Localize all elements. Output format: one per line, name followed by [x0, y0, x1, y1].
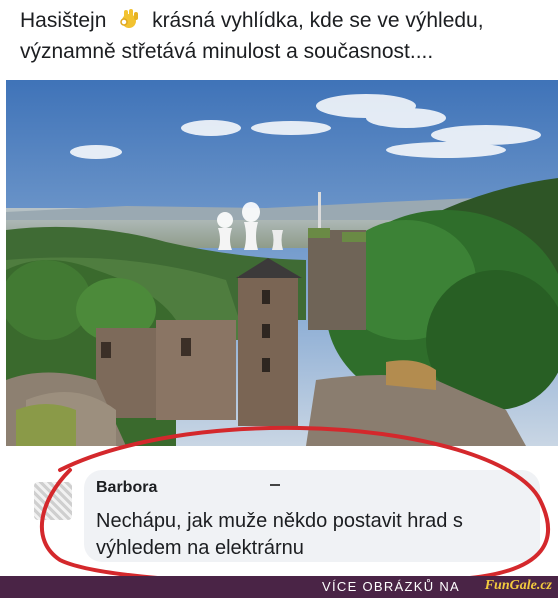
- post-line-2: významně střetává minulost a současnost.…: [20, 40, 434, 63]
- post-text-rest: krásná vyhlídka, kde se ve výhledu,: [152, 9, 484, 32]
- footer-bar: VÍCE OBRÁZKŮ NA FunGale.cz: [0, 576, 558, 598]
- comment-bubble[interactable]: Barbora Nechápu, jak muže někdo postavit…: [84, 470, 540, 562]
- post-line-1: Hasištejn krásná vyhlídka, kde se ve výh…: [20, 8, 484, 33]
- comment-area: Barbora Nechápu, jak muže někdo postavit…: [0, 446, 558, 576]
- footer-label[interactable]: VÍCE OBRÁZKŮ NA: [322, 579, 460, 594]
- ok-hand-icon: [116, 8, 142, 30]
- avatar[interactable]: [34, 482, 72, 520]
- post-photo[interactable]: [6, 80, 558, 446]
- comment-text: Nechápu, jak muže někdo postavit hrad s …: [96, 510, 463, 559]
- post-text: Hasištejn krásná vyhlídka, kde se ve výh…: [0, 0, 558, 78]
- comment-mark: [270, 484, 280, 486]
- comment-author[interactable]: Barbora: [96, 479, 157, 497]
- post-text-start: Hasištejn: [20, 9, 107, 32]
- brand-logo[interactable]: FunGale.cz: [485, 578, 552, 594]
